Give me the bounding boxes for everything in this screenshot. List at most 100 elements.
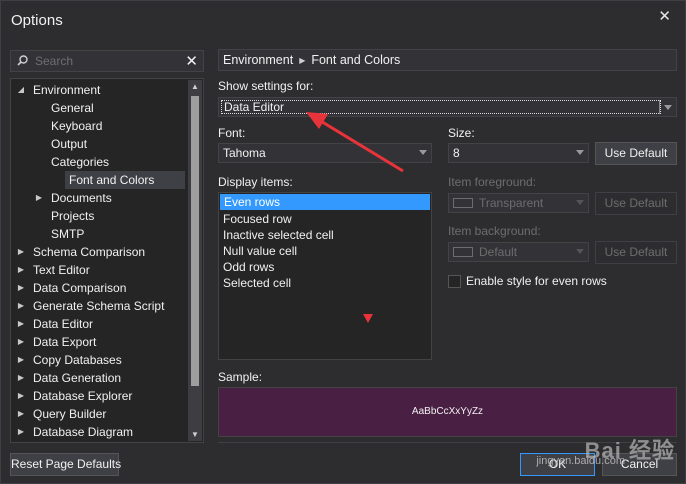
- breadcrumb: Environment ▶ Font and Colors: [218, 49, 677, 71]
- tree-item-label: Keyboard: [51, 119, 103, 133]
- options-dialog: Options ✕ Search ✕ ◢ Environment General Ke…: [0, 0, 686, 484]
- chevron-right-icon: ▶: [299, 56, 306, 65]
- list-item[interactable]: Even rows: [220, 194, 430, 210]
- scroll-up-icon[interactable]: ▲: [188, 82, 202, 91]
- enable-style-checkbox[interactable]: [448, 275, 461, 288]
- tree-item-label: Data Export: [33, 335, 97, 349]
- tree-item[interactable]: ▶ Data Export: [11, 333, 185, 351]
- tree-item[interactable]: SMTP: [11, 225, 185, 243]
- tree-item[interactable]: ▶ Documents: [11, 189, 185, 207]
- collapsed-arrow-icon[interactable]: ▶: [16, 333, 26, 351]
- list-item[interactable]: Odd rows: [219, 259, 431, 275]
- tree-item[interactable]: ▶ Schema Comparison: [11, 243, 185, 261]
- collapsed-arrow-icon[interactable]: ▶: [16, 315, 26, 333]
- color-swatch: [453, 247, 473, 257]
- size-value: 8: [453, 146, 460, 160]
- collapsed-arrow-icon[interactable]: ▶: [16, 279, 26, 297]
- tree-item[interactable]: ▶ Data Generation: [11, 369, 185, 387]
- collapsed-arrow-icon[interactable]: ▶: [16, 243, 26, 261]
- tree-item[interactable]: ▶ Text Editor: [11, 261, 185, 279]
- expanded-arrow-icon[interactable]: ◢: [16, 81, 26, 99]
- collapsed-arrow-icon[interactable]: ▶: [16, 261, 26, 279]
- item-background-label: Item background:: [448, 224, 541, 238]
- show-settings-value: Data Editor: [221, 100, 661, 114]
- tree-item-label: Output: [51, 137, 88, 151]
- sample-preview: AaBbCcXxYyZz: [218, 387, 677, 437]
- item-background-dropdown[interactable]: Default: [448, 242, 589, 262]
- options-tree[interactable]: ◢ Environment General Keyboard Output Categor…: [10, 78, 204, 443]
- tree-item-label: Data Generation: [33, 371, 122, 385]
- item-foreground-dropdown[interactable]: Transparent: [448, 193, 589, 213]
- show-settings-label: Show settings for:: [218, 79, 314, 93]
- tree-item[interactable]: Keyboard: [11, 117, 185, 135]
- tree-item[interactable]: Font and Colors: [65, 171, 185, 189]
- tree-item-label: Copy Databases: [33, 353, 122, 367]
- item-foreground-label: Item foreground:: [448, 175, 537, 189]
- collapsed-arrow-icon[interactable]: ▶: [34, 189, 44, 207]
- scrollbar-thumb[interactable]: [191, 96, 199, 386]
- chevron-down-icon: [576, 200, 584, 205]
- tree-item-label: Projects: [51, 209, 95, 223]
- sample-label: Sample:: [218, 370, 263, 384]
- list-item[interactable]: Selected cell: [219, 275, 431, 291]
- tree-scrollbar[interactable]: ▲ ▼: [188, 80, 202, 441]
- tree-item-label: General: [51, 101, 94, 115]
- color-swatch: [453, 198, 473, 208]
- collapsed-arrow-icon[interactable]: ▶: [16, 369, 26, 387]
- tree-item-label: Font and Colors: [69, 173, 155, 187]
- search-icon: [17, 55, 28, 66]
- foreground-use-default-button[interactable]: Use Default: [595, 192, 677, 215]
- list-item[interactable]: Null value cell: [219, 243, 431, 259]
- collapsed-arrow-icon[interactable]: ▶: [16, 405, 26, 423]
- tree-item-label: Database Diagram: [33, 425, 134, 439]
- tree-item[interactable]: ▶ Database Explorer: [11, 387, 185, 405]
- tree-item[interactable]: ▶ Generate Schema Script: [11, 297, 185, 315]
- watermark-url: jingyan.baidu.com: [536, 455, 625, 467]
- display-items-label: Display items:: [218, 175, 293, 189]
- tree-item[interactable]: ▶ Query Builder: [11, 405, 185, 423]
- tree-item-label: Categories: [51, 155, 110, 169]
- font-dropdown[interactable]: Tahoma: [218, 143, 432, 163]
- tree-item-label: Database Explorer: [33, 389, 133, 403]
- collapsed-arrow-icon[interactable]: ▶: [16, 351, 26, 369]
- enable-style-label: Enable style for even rows: [466, 274, 607, 288]
- chevron-down-icon: [576, 249, 584, 254]
- chevron-down-icon: [576, 150, 584, 155]
- show-settings-dropdown[interactable]: Data Editor: [218, 97, 677, 117]
- item-foreground-value: Transparent: [479, 196, 544, 210]
- tree-item[interactable]: ▶ Data Comparison: [11, 279, 185, 297]
- tree-item[interactable]: General: [11, 99, 185, 117]
- size-label: Size:: [448, 126, 475, 140]
- reset-page-defaults-button[interactable]: Reset Page Defaults: [10, 453, 121, 476]
- size-dropdown[interactable]: 8: [448, 143, 589, 163]
- font-value: Tahoma: [223, 146, 266, 160]
- tree-item[interactable]: ▶ Data Editor: [11, 315, 185, 333]
- collapsed-arrow-icon[interactable]: ▶: [16, 423, 26, 441]
- scroll-down-icon[interactable]: ▼: [188, 430, 202, 439]
- collapsed-arrow-icon[interactable]: ▶: [16, 387, 26, 405]
- size-use-default-button[interactable]: Use Default: [595, 142, 677, 165]
- tree-item[interactable]: ◢ Environment: [11, 81, 185, 99]
- clear-search-icon[interactable]: ✕: [185, 52, 198, 70]
- tree-item[interactable]: ▶ Copy Databases: [11, 351, 185, 369]
- search-placeholder: Search: [35, 54, 74, 68]
- list-item[interactable]: Focused row: [219, 211, 431, 227]
- tree-item[interactable]: Output: [11, 135, 185, 153]
- background-use-default-button[interactable]: Use Default: [595, 241, 677, 264]
- tree-item-label: Text Editor: [33, 263, 90, 277]
- tree-item[interactable]: ▶ Database Diagram: [11, 423, 185, 441]
- search-box[interactable]: Search ✕: [10, 50, 204, 72]
- collapsed-arrow-icon[interactable]: ▶: [16, 297, 26, 315]
- item-background-value: Default: [479, 245, 518, 259]
- tree-item-label: Generate Schema Script: [33, 299, 165, 313]
- dropdown-divider: [659, 100, 660, 114]
- tree-item-label: Data Editor: [33, 317, 94, 331]
- display-items-list[interactable]: Even rows Focused row Inactive selected ce…: [218, 192, 432, 360]
- tree-item-label: Query Builder: [33, 407, 107, 421]
- tree-item-label: Environment: [33, 83, 101, 97]
- tree-item[interactable]: Projects: [11, 207, 185, 225]
- list-item[interactable]: Inactive selected cell: [219, 227, 431, 243]
- close-icon[interactable]: ✕: [658, 7, 671, 25]
- font-label: Font:: [218, 126, 246, 140]
- tree-item[interactable]: Categories: [11, 153, 185, 171]
